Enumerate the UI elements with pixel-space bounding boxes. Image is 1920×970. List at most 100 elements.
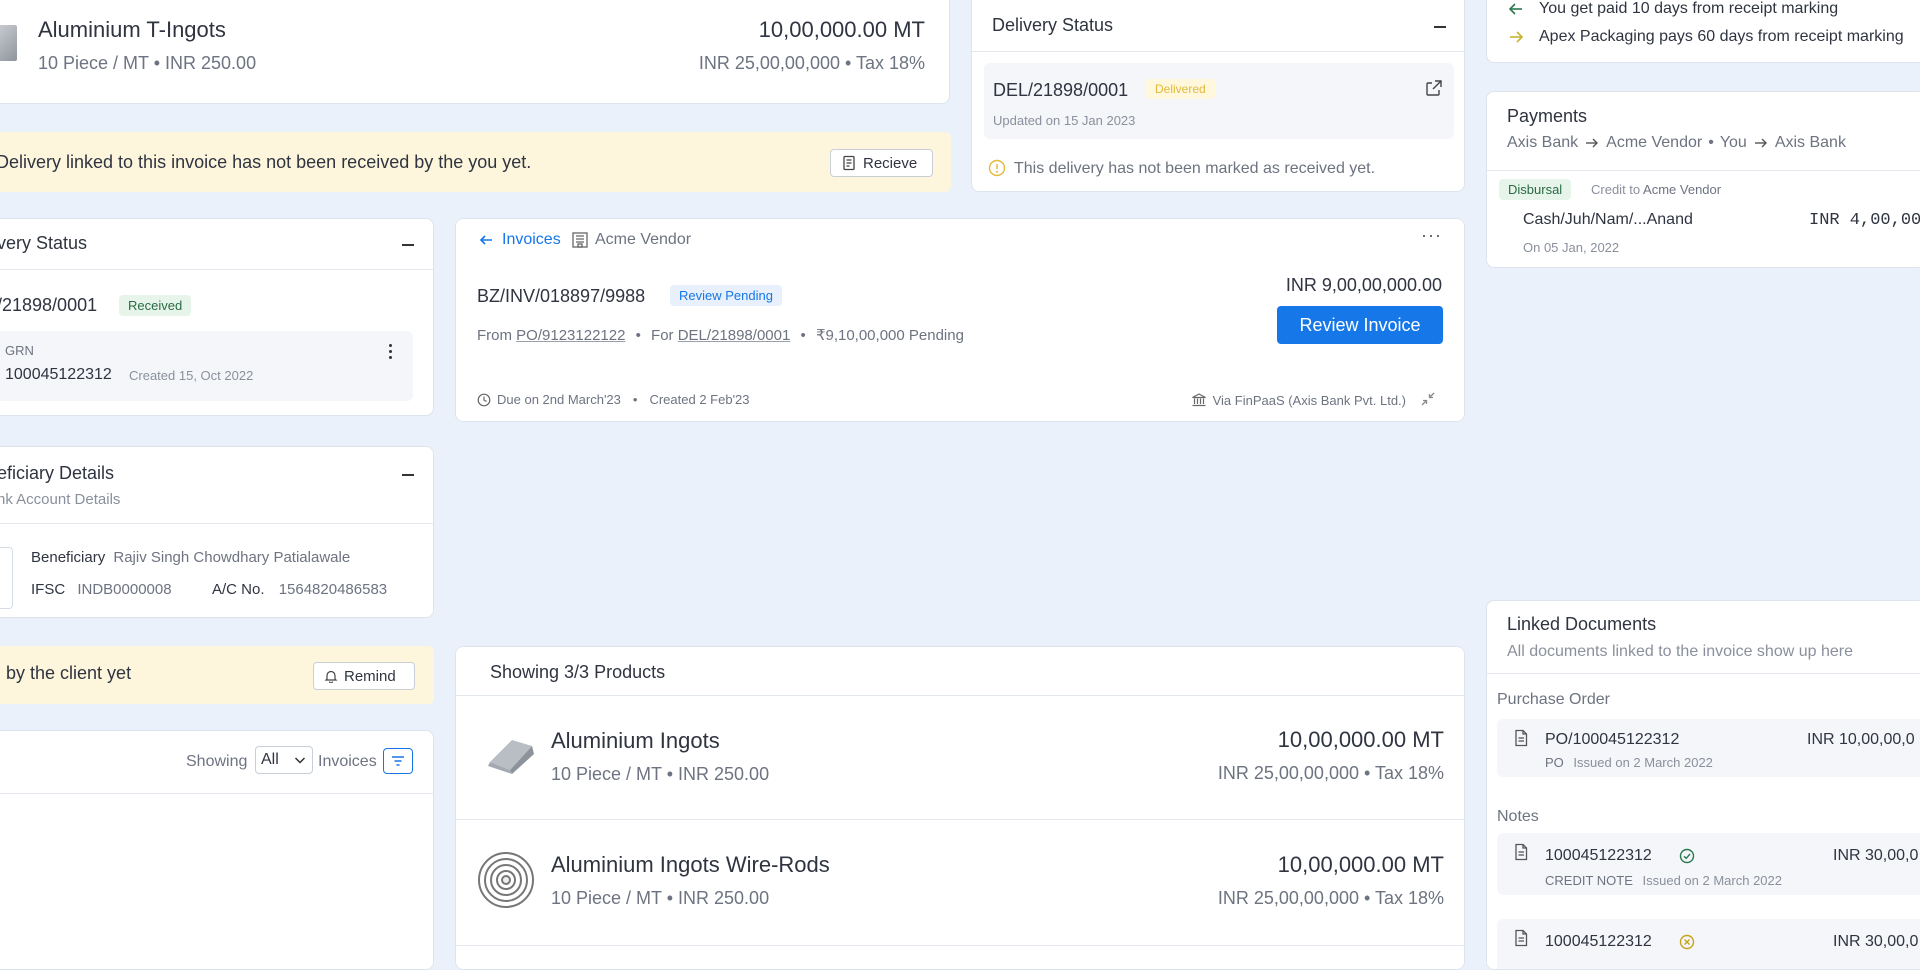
invoice-number: BZ/INV/018897/9988 <box>477 286 646 306</box>
po-link[interactable]: PO/9123122122 <box>516 327 625 344</box>
filter-button[interactable] <box>383 748 413 774</box>
payment-date: On 05 Jan, 2022 <box>1523 240 1620 255</box>
product-row[interactable]: Aluminium Ingots Wire-Rods 10 Piece / MT… <box>456 820 1464 945</box>
route-to: Axis Bank <box>1774 134 1846 151</box>
remind-button-label: Remind <box>344 667 396 685</box>
x-circle-icon <box>1679 934 1695 950</box>
grn-number: 100045122312 <box>5 366 112 383</box>
beneficiary-subtitle: nk Account Details <box>0 491 121 508</box>
invoices-suffix: Invoices <box>318 753 377 770</box>
note-number: 100045122312 <box>1545 933 1652 950</box>
invoices-select-value: All <box>261 751 279 768</box>
delivery-status-card-top: Delivery Status DEL/21898/0001 Delivered… <box>971 0 1465 192</box>
wire-rod-image <box>476 850 536 910</box>
collapse-icon[interactable] <box>402 244 414 246</box>
route-from: Axis Bank <box>1507 134 1579 151</box>
vendor-name: Acme Vendor <box>595 231 692 248</box>
credit-label: Credit to <box>1591 182 1641 197</box>
grn-box: GRN 100045122312 Created 15, Oct 2022 <box>0 331 413 401</box>
back-label: Invoices <box>502 231 561 248</box>
product-row[interactable]: Aluminium Ingots 10 Piece / MT • INR 250… <box>456 696 1464 819</box>
due-date: Due on 2nd March'23 <box>497 392 621 407</box>
vendor-chip[interactable]: Acme Vendor <box>571 231 691 249</box>
credit-to: Acme Vendor <box>1643 182 1722 197</box>
pending-amount: ₹9,10,00,000 Pending <box>815 327 964 344</box>
credit-note-issued: Issued on 2 March 2022 <box>1642 873 1782 888</box>
grn-label: GRN <box>5 343 34 358</box>
review-invoice-button[interactable]: Review Invoice <box>1277 306 1443 344</box>
invoices-list-card: Showing All Invoices <box>0 730 434 970</box>
note-amount: INR 30,00,0 <box>1833 933 1919 950</box>
external-link-icon[interactable] <box>1425 79 1443 97</box>
products-title: Showing 3/3 Products <box>490 662 666 682</box>
building-icon <box>571 231 589 249</box>
kebab-menu-icon[interactable] <box>388 343 392 361</box>
received-badge: Received <box>119 295 192 316</box>
back-to-invoices[interactable]: Invoices <box>478 231 561 249</box>
filter-icon <box>390 754 406 768</box>
remind-warning-banner: by the client yet Remind <box>0 646 434 704</box>
beneficiary-title: eficiary Details <box>0 463 115 483</box>
arrow-right-icon <box>1507 28 1525 46</box>
delivery-row: DEL/21898/0001 Delivered Updated on 15 J… <box>984 63 1454 139</box>
product-name: Aluminium Ingots Wire-Rods <box>551 852 830 877</box>
products-card: Showing 3/3 Products Aluminium Ingots 10… <box>455 646 1465 970</box>
payments-card: Payments Axis Bank Acme Vendor • You Axi… <box>1486 91 1920 268</box>
delivery-id: DEL/21898/0001 <box>993 80 1129 100</box>
note-document[interactable]: 100045122312 INR 30,00,0 <box>1497 919 1920 969</box>
collapse-icon[interactable] <box>402 474 414 476</box>
product-qty: 10,00,000.00 MT <box>1277 852 1444 877</box>
po-amount: INR 10,00,00,0 <box>1807 731 1915 748</box>
payment-ref: Cash/Juh/Nam/...Anand <box>1523 211 1693 228</box>
showing-label: Showing <box>186 753 248 770</box>
po-type: PO <box>1545 755 1564 770</box>
payment-term-2: Apex Packaging pays 60 days from receipt… <box>1539 28 1904 45</box>
file-icon <box>1513 729 1529 747</box>
delivery-note: This delivery has not been marked as rec… <box>1014 160 1376 177</box>
more-options-icon[interactable]: ··· <box>1421 225 1442 246</box>
delivery-updated: Updated on 15 Jan 2023 <box>993 113 1136 128</box>
receive-warning-banner: Delivery linked to this invoice has not … <box>0 132 951 192</box>
delivery-left-id: /21898/0001 <box>0 295 98 315</box>
payments-route: Axis Bank Acme Vendor • You Axis Bank <box>1507 134 1846 151</box>
invoice-amount: INR 9,00,00,000.00 <box>1285 275 1442 295</box>
linked-documents-card: Linked Documents All documents linked to… <box>1486 600 1920 970</box>
receive-button[interactable]: Recieve <box>830 149 933 177</box>
delivery-status-left-title: very Status <box>0 233 88 253</box>
remind-button[interactable]: Remind <box>313 662 415 690</box>
delivery-status-title: Delivery Status <box>992 15 1114 35</box>
collapse-arrows-icon[interactable] <box>1420 391 1436 407</box>
bank-icon <box>1191 392 1207 408</box>
product-qty: 10,00,000.00 MT <box>758 17 925 42</box>
review-pending-badge: Review Pending <box>670 285 782 306</box>
beneficiary-name-row: Beneficiary Rajiv Singh Chowdhary Patial… <box>31 549 350 566</box>
delivered-badge: Delivered <box>1146 79 1215 99</box>
collapse-icon[interactable] <box>1434 26 1446 28</box>
product-sub: 10 Piece / MT • INR 250.00 <box>551 888 770 908</box>
delivery-link[interactable]: DEL/21898/0001 <box>678 327 791 344</box>
arrow-right-icon <box>1753 135 1769 151</box>
invoices-select[interactable]: All <box>255 746 313 774</box>
product-sub: 10 Piece / MT • INR 250.00 <box>551 764 770 784</box>
remind-warning-text: by the client yet <box>6 663 132 683</box>
grn-created: Created 15, Oct 2022 <box>129 368 254 383</box>
invoice-refs: From PO/9123122122 • For DEL/21898/0001 … <box>477 327 964 344</box>
credit-note-document[interactable]: 100045122312 CREDIT NOTE Issued on 2 Mar… <box>1497 833 1920 895</box>
bank-logo-icon <box>0 547 13 609</box>
arrow-right-icon <box>1584 135 1600 151</box>
file-icon <box>1513 929 1529 947</box>
credit-note-meta: CREDIT NOTE Issued on 2 March 2022 <box>1545 873 1782 888</box>
delivery-status-card-left: very Status /21898/0001 Received GRN 100… <box>0 218 434 416</box>
credit-note-type: CREDIT NOTE <box>1545 873 1633 888</box>
po-document[interactable]: PO/100045122312 PO Issued on 2 March 202… <box>1497 719 1920 777</box>
credit-line: Credit to Acme Vendor <box>1591 182 1721 197</box>
credit-note-amount: INR 30,00,0 <box>1833 847 1919 864</box>
arrow-left-icon <box>478 232 494 248</box>
notes-section-label: Notes <box>1497 808 1539 825</box>
product-price: INR 25,00,00,000 • Tax 18% <box>698 53 925 73</box>
route-mid1: Acme Vendor <box>1606 134 1703 151</box>
chevron-down-icon <box>293 753 307 767</box>
for-label: For <box>651 327 674 344</box>
ingot-image <box>482 732 538 774</box>
po-number: PO/100045122312 <box>1545 731 1680 748</box>
